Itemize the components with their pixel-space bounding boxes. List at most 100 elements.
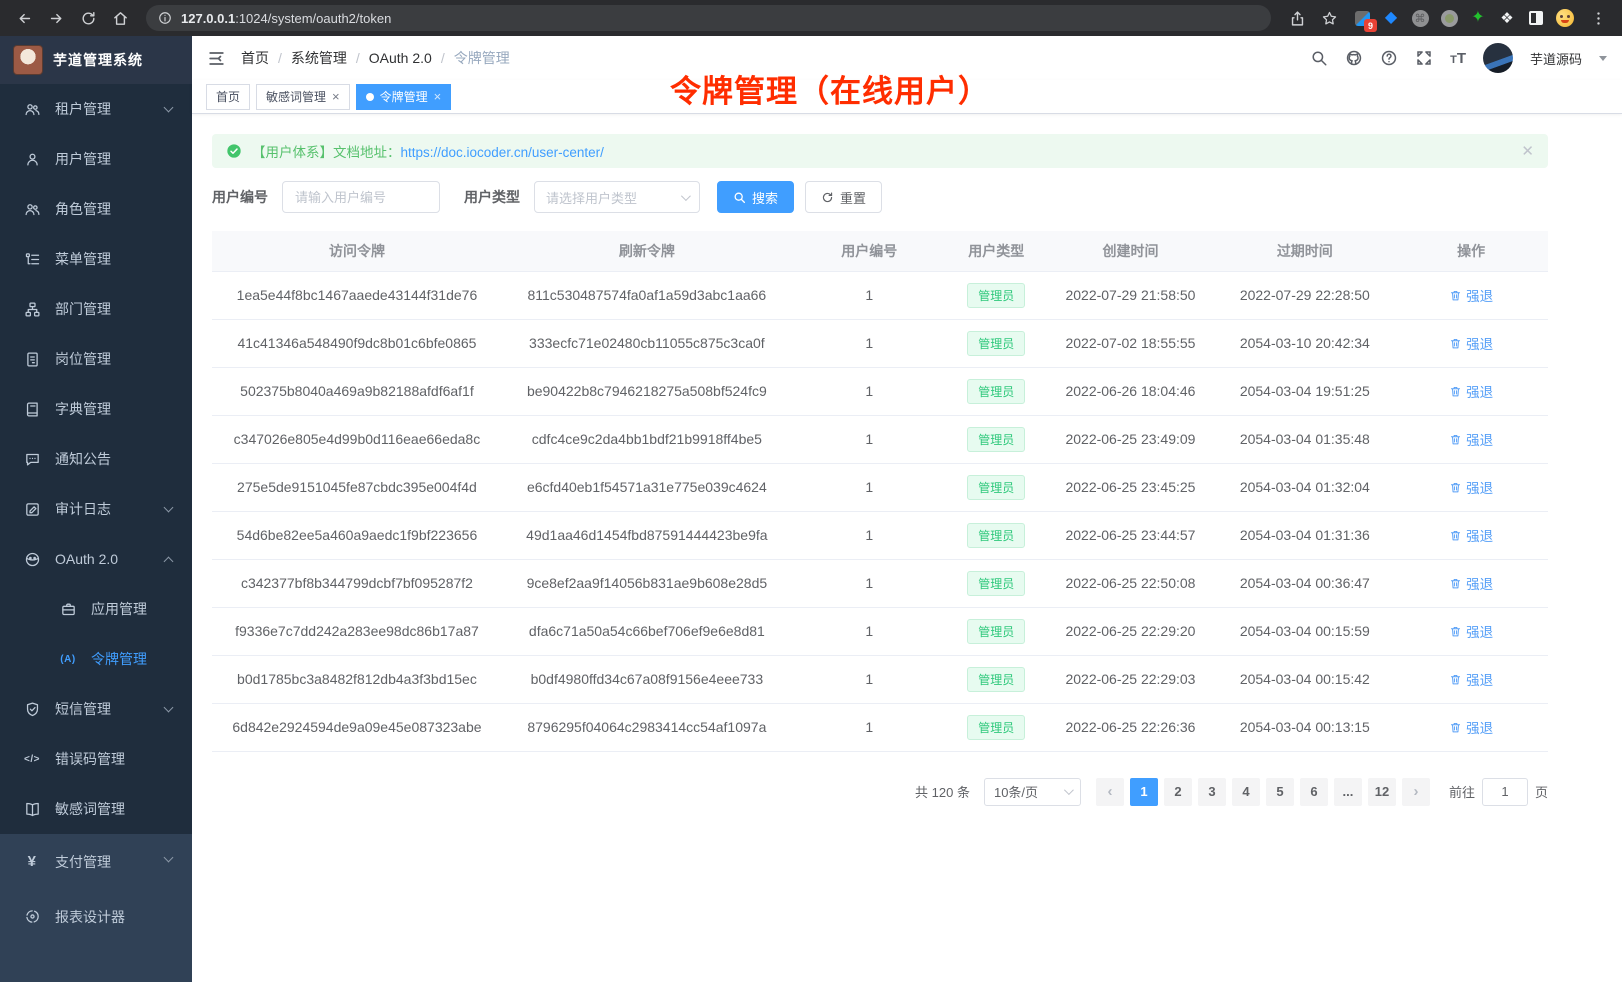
prev-page-button[interactable]: ‹ bbox=[1096, 778, 1124, 806]
sidebar-item-audit-log[interactable]: 审计日志 bbox=[0, 484, 192, 534]
breadcrumb-item[interactable]: 系统管理 bbox=[291, 48, 347, 68]
top-navbar: 首页/系统管理/OAuth 2.0/令牌管理 TT 芋道源码 bbox=[192, 36, 1622, 80]
alert-close-icon[interactable]: ✕ bbox=[1521, 142, 1534, 160]
reading-mode-icon[interactable] bbox=[1527, 9, 1545, 27]
app-logo[interactable]: 芋道管理系统 bbox=[0, 36, 192, 84]
breadcrumb-item[interactable]: 首页 bbox=[241, 48, 269, 68]
force-logout-button[interactable]: 强退 bbox=[1449, 525, 1493, 545]
extension-command-icon[interactable]: ⌘ bbox=[1411, 9, 1429, 27]
sidebar-item-report-designer[interactable]: 报表设计器 bbox=[0, 889, 192, 944]
site-info-icon[interactable] bbox=[158, 11, 172, 25]
tab-close-icon[interactable]: × bbox=[434, 89, 442, 104]
extensions-cluster: 9 ◆ ⌘ ✦ ❖ bbox=[1353, 9, 1574, 27]
more-pages-button[interactable]: ... bbox=[1334, 778, 1362, 806]
success-check-icon bbox=[226, 143, 242, 159]
force-logout-button[interactable]: 强退 bbox=[1449, 429, 1493, 449]
table-row: 1ea5e44f8bc1467aaede43144f31de76811c5304… bbox=[212, 271, 1548, 319]
sidebar-item-sms[interactable]: 短信管理 bbox=[0, 684, 192, 734]
sidebar-item-label: 岗位管理 bbox=[55, 349, 111, 369]
browser-home-icon[interactable] bbox=[106, 4, 134, 32]
extensions-puzzle-icon[interactable]: ❖ bbox=[1498, 9, 1516, 27]
extension-grid-icon[interactable]: 9 bbox=[1353, 9, 1371, 27]
force-logout-button[interactable]: 强退 bbox=[1449, 717, 1493, 737]
navbar-actions: TT 芋道源码 bbox=[1310, 43, 1607, 73]
url-bar[interactable]: 127.0.0.1:1024/system/oauth2/token bbox=[146, 5, 1271, 31]
user-type-cell: 管理员 bbox=[947, 511, 1046, 559]
reset-button[interactable]: 重置 bbox=[805, 181, 882, 213]
sidebar-item-tenant[interactable]: 租户管理 bbox=[0, 84, 192, 134]
sidebar-item-role[interactable]: 角色管理 bbox=[0, 184, 192, 234]
force-logout-button[interactable]: 强退 bbox=[1449, 621, 1493, 641]
extension-gem-icon[interactable]: ◆ bbox=[1382, 9, 1400, 27]
doc-link[interactable]: https://doc.iocoder.cn/user-center/ bbox=[401, 145, 604, 160]
share-icon[interactable] bbox=[1283, 4, 1311, 32]
user-name[interactable]: 芋道源码 bbox=[1530, 49, 1582, 68]
sidebar-item-sensitive-word[interactable]: 敏感词管理 bbox=[0, 784, 192, 834]
github-icon[interactable] bbox=[1345, 49, 1363, 67]
code-icon: </> bbox=[22, 754, 42, 765]
page-size-select[interactable]: 10条/页 bbox=[984, 778, 1081, 806]
sidebar-item-user[interactable]: 用户管理 bbox=[0, 134, 192, 184]
page-button-1[interactable]: 1 bbox=[1130, 778, 1158, 806]
sidebar-item-error-code[interactable]: </>错误码管理 bbox=[0, 734, 192, 784]
browser-forward-icon[interactable] bbox=[42, 4, 70, 32]
sidebar-item-post[interactable]: 岗位管理 bbox=[0, 334, 192, 384]
extension-star-icon[interactable]: ✦ bbox=[1469, 9, 1487, 27]
sidebar-item-dict[interactable]: 字典管理 bbox=[0, 384, 192, 434]
force-logout-button[interactable]: 强退 bbox=[1449, 381, 1493, 401]
sidebar-item-label: 应用管理 bbox=[91, 599, 147, 619]
sidebar-item-oauth2-token[interactable]: (A)令牌管理 bbox=[0, 634, 192, 684]
sidebar-item-pay[interactable]: ¥支付管理 bbox=[0, 834, 192, 889]
page-button-3[interactable]: 3 bbox=[1198, 778, 1226, 806]
search-button[interactable]: 搜索 bbox=[717, 181, 794, 213]
access-token-cell: 1ea5e44f8bc1467aaede43144f31de76 bbox=[212, 271, 502, 319]
font-size-icon[interactable]: TT bbox=[1450, 50, 1466, 67]
tab-首页[interactable]: 首页 bbox=[206, 84, 250, 110]
browser-menu-icon[interactable] bbox=[1584, 4, 1612, 32]
tab-敏感词管理[interactable]: 敏感词管理× bbox=[256, 84, 350, 110]
table-row: c342377bf8b344799dcbf7bf095287f29ce8ef2a… bbox=[212, 559, 1548, 607]
force-logout-button[interactable]: 强退 bbox=[1449, 285, 1493, 305]
sidebar-item-dept[interactable]: 部门管理 bbox=[0, 284, 192, 334]
force-logout-button[interactable]: 强退 bbox=[1449, 573, 1493, 593]
tab-close-icon[interactable]: × bbox=[332, 89, 340, 104]
goto-page-input[interactable] bbox=[1482, 778, 1528, 806]
force-logout-button[interactable]: 强退 bbox=[1449, 669, 1493, 689]
next-page-button[interactable]: › bbox=[1402, 778, 1430, 806]
expire-time-cell: 2054-03-04 01:31:36 bbox=[1215, 511, 1394, 559]
bookmark-star-icon[interactable] bbox=[1315, 4, 1343, 32]
breadcrumb-separator: / bbox=[356, 50, 360, 66]
tab-令牌管理[interactable]: 令牌管理× bbox=[356, 84, 452, 110]
search-icon[interactable] bbox=[1310, 49, 1328, 67]
sidebar-item-label: 用户管理 bbox=[55, 149, 111, 169]
sidebar-item-oauth2[interactable]: OAuth 2.0 bbox=[0, 534, 192, 584]
extension-record-icon[interactable] bbox=[1440, 9, 1458, 27]
page-button-6[interactable]: 6 bbox=[1300, 778, 1328, 806]
browser-reload-icon[interactable] bbox=[74, 4, 102, 32]
sidebar-item-notice[interactable]: 通知公告 bbox=[0, 434, 192, 484]
fullscreen-icon[interactable] bbox=[1415, 49, 1433, 67]
expire-time-cell: 2054-03-04 01:32:04 bbox=[1215, 463, 1394, 511]
help-icon[interactable] bbox=[1380, 49, 1398, 67]
browser-back-icon[interactable] bbox=[10, 4, 38, 32]
select-chevron-down-icon bbox=[681, 191, 691, 201]
force-logout-button[interactable]: 强退 bbox=[1449, 477, 1493, 497]
sidebar-item-oauth2-app[interactable]: 应用管理 bbox=[0, 584, 192, 634]
hamburger-icon[interactable] bbox=[207, 49, 226, 68]
table-header-row: 访问令牌刷新令牌用户编号用户类型创建时间过期时间操作 bbox=[212, 231, 1548, 271]
user-type-select[interactable]: 请选择用户类型 bbox=[534, 181, 700, 213]
page-button-2[interactable]: 2 bbox=[1164, 778, 1192, 806]
user-avatar[interactable] bbox=[1483, 43, 1513, 73]
page-button-4[interactable]: 4 bbox=[1232, 778, 1260, 806]
alert-text: 【用户体系】文档地址：https://doc.iocoder.cn/user-c… bbox=[252, 141, 604, 161]
breadcrumb-item[interactable]: OAuth 2.0 bbox=[369, 50, 432, 66]
force-logout-button[interactable]: 强退 bbox=[1449, 333, 1493, 353]
user-id-cell: 1 bbox=[792, 559, 947, 607]
sidebar-item-menu[interactable]: 菜单管理 bbox=[0, 234, 192, 284]
user-caret-down-icon[interactable] bbox=[1599, 56, 1607, 61]
user-id-input[interactable] bbox=[282, 181, 440, 213]
page-button-5[interactable]: 5 bbox=[1266, 778, 1294, 806]
profile-emoji-avatar[interactable] bbox=[1556, 9, 1574, 27]
create-time-cell: 2022-07-02 18:55:55 bbox=[1046, 319, 1216, 367]
page-button-12[interactable]: 12 bbox=[1368, 778, 1396, 806]
